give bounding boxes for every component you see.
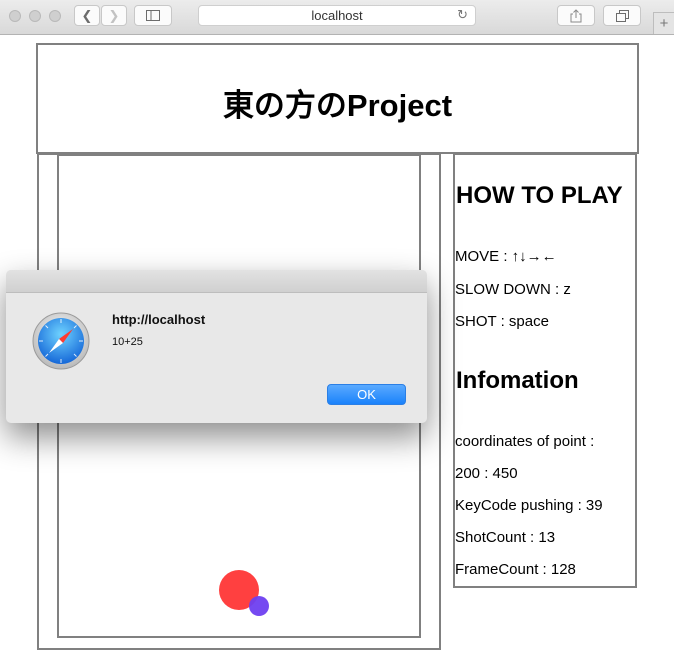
frame-count-readout: FrameCount : 128 (455, 561, 576, 578)
dialog-message: 10+25 (112, 336, 143, 348)
chevron-right-icon: ❯ (108, 7, 120, 23)
close-window-button[interactable] (9, 10, 21, 22)
keycode-readout: KeyCode pushing : 39 (455, 497, 603, 514)
dialog-title-bar (6, 270, 427, 293)
url-text: localhost (311, 8, 363, 23)
information-heading: Infomation (456, 367, 579, 394)
plus-icon: + (659, 15, 669, 32)
forward-button[interactable]: ❯ (101, 5, 127, 26)
share-button[interactable] (557, 5, 595, 26)
minimize-window-button[interactable] (29, 10, 41, 22)
address-bar[interactable]: localhost ↻ (198, 5, 476, 26)
tabs-overview-button[interactable] (603, 5, 641, 26)
sidebar-icon (146, 10, 160, 21)
alert-dialog: http://localhost 10+25 OK (6, 270, 427, 423)
page-title: 東の方のProject (222, 88, 453, 123)
header-box: 東の方のProject (36, 43, 639, 154)
new-tab-button[interactable]: + (653, 12, 674, 34)
how-to-play-heading: HOW TO PLAY (456, 182, 623, 209)
shot-instruction: SHOT : space (455, 313, 549, 330)
chevron-left-icon: ❮ (81, 7, 93, 23)
sidebar-toggle-button[interactable] (134, 5, 172, 26)
share-icon (570, 8, 582, 22)
browser-toolbar: ❮ ❯ localhost ↻ + (0, 0, 674, 35)
ok-button[interactable]: OK (327, 384, 406, 405)
dialog-title: http://localhost (112, 312, 206, 327)
shot-count-readout: ShotCount : 13 (455, 529, 556, 546)
coordinates-value: 200 : 450 (455, 465, 518, 482)
tabs-icon (615, 9, 629, 22)
coordinates-label: coordinates of point : (455, 433, 595, 450)
shot-sprite (249, 596, 269, 616)
move-instruction: MOVE : ↑↓→← (455, 248, 557, 265)
back-button[interactable]: ❮ (74, 5, 100, 26)
safari-compass-icon (32, 312, 90, 370)
reload-icon[interactable]: ↻ (457, 7, 468, 23)
zoom-window-button[interactable] (49, 10, 61, 22)
slow-down-instruction: SLOW DOWN : z (455, 281, 571, 298)
